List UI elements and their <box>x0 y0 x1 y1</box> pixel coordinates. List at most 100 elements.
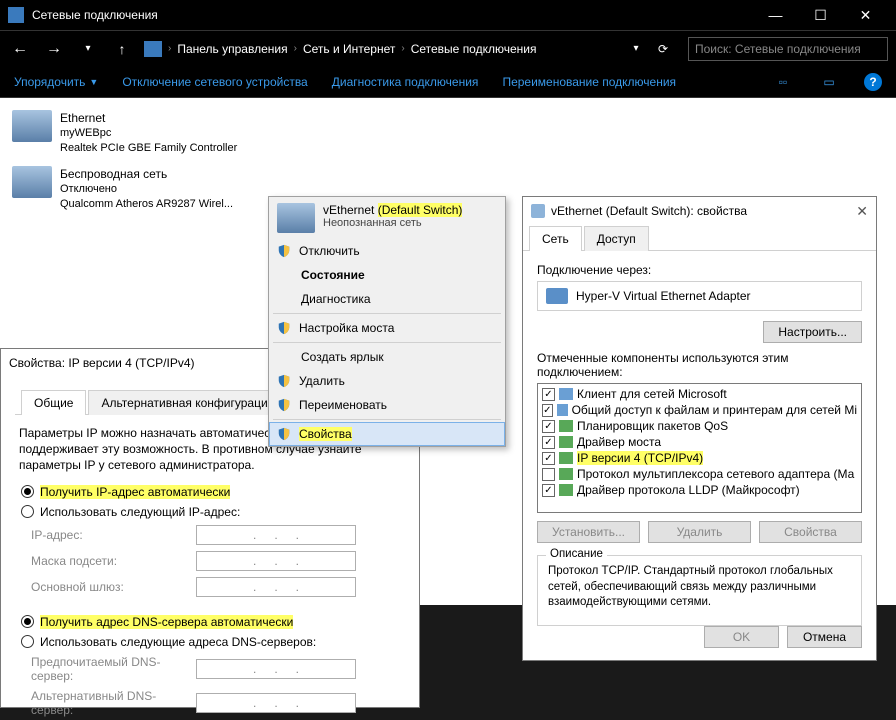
vethernet-properties-dialog: vEthernet (Default Switch): свойства ✕ С… <box>522 196 877 661</box>
shield-icon <box>277 374 291 388</box>
shield-icon <box>277 427 291 441</box>
component-item[interactable]: Протокол мультиплексора сетевого адаптер… <box>540 466 859 482</box>
subnet-mask-label: Маска подсети: <box>31 554 186 568</box>
component-item-ipv4[interactable]: ✓IP версии 4 (TCP/IPv4) <box>540 450 859 466</box>
component-item[interactable]: ✓Драйвер протокола LLDP (Майкрософт) <box>540 482 859 498</box>
checkbox[interactable]: ✓ <box>542 420 555 433</box>
tab-general[interactable]: Общие <box>21 390 86 415</box>
network-connections-window: Сетевые подключения — ☐ ✕ ← → ▾ ↑ › Пане… <box>0 0 896 605</box>
connect-via-label: Подключение через: <box>537 263 862 277</box>
cancel-button[interactable]: Отмена <box>787 626 862 648</box>
component-icon <box>559 436 573 448</box>
component-icon <box>559 468 573 480</box>
menu-shortcut[interactable]: Создать ярлык <box>269 345 505 369</box>
components-listbox[interactable]: ✓Клиент для сетей Microsoft ✓Общий досту… <box>537 383 862 513</box>
maximize-button[interactable]: ☐ <box>798 0 843 30</box>
tab-access[interactable]: Доступ <box>584 226 649 251</box>
pref-dns-label: Предпочитаемый DNS-сервер: <box>31 655 186 683</box>
ok-button[interactable]: OK <box>704 626 779 648</box>
component-item[interactable]: ✓Драйвер моста <box>540 434 859 450</box>
history-dropdown[interactable]: ▾ <box>76 43 100 54</box>
subnet-mask-input[interactable]: ... <box>196 551 356 571</box>
connection-item-vethernet[interactable]: vEthernet (Default Switch) Неопознанная … <box>269 197 505 239</box>
search-input[interactable]: Поиск: Сетевые подключения <box>688 37 888 61</box>
ip-address-label: IP-адрес: <box>31 528 186 542</box>
radio-icon <box>21 505 34 518</box>
component-item[interactable]: ✓Общий доступ к файлам и принтерам для с… <box>540 402 859 418</box>
connection-context-menu: vEthernet (Default Switch) Неопознанная … <box>268 196 506 447</box>
component-item[interactable]: ✓Клиент для сетей Microsoft <box>540 386 859 402</box>
view-options-button[interactable]: ▫▫ <box>772 75 794 89</box>
gateway-input[interactable]: ... <box>196 577 356 597</box>
shield-icon <box>277 321 291 335</box>
rename-button[interactable]: Переименование подключения <box>502 75 676 89</box>
checkbox[interactable]: ✓ <box>542 404 553 417</box>
component-icon <box>559 484 573 496</box>
checkbox[interactable] <box>542 468 555 481</box>
component-icon <box>557 404 568 416</box>
radio-icon <box>21 615 34 628</box>
chevron-right-icon: › <box>401 43 404 54</box>
checkbox[interactable]: ✓ <box>542 452 555 465</box>
checkbox[interactable]: ✓ <box>542 436 555 449</box>
up-button[interactable]: ↑ <box>110 41 134 57</box>
component-icon <box>559 388 573 400</box>
pref-dns-input[interactable]: ... <box>196 659 356 679</box>
component-item[interactable]: ✓Планировщик пакетов QoS <box>540 418 859 434</box>
help-button[interactable]: ? <box>864 73 882 91</box>
radio-auto-ip[interactable]: Получить IP-адрес автоматически <box>15 482 405 502</box>
close-button[interactable]: ✕ <box>843 0 888 30</box>
radio-manual-ip[interactable]: Использовать следующий IP-адрес: <box>15 502 405 522</box>
breadcrumb[interactable]: Панель управления <box>177 42 287 56</box>
dialog-titlebar[interactable]: vEthernet (Default Switch): свойства ✕ <box>523 197 876 225</box>
adapter-icon <box>546 288 568 304</box>
gateway-label: Основной шлюз: <box>31 580 186 594</box>
diagnose-button[interactable]: Диагностика подключения <box>332 75 479 89</box>
tab-network[interactable]: Сеть <box>529 226 582 251</box>
menu-diagnose[interactable]: Диагностика <box>269 287 505 311</box>
addr-dropdown[interactable]: ▾ <box>624 43 648 54</box>
menu-bridge[interactable]: Настройка моста <box>269 316 505 340</box>
connection-item-wireless[interactable]: Беспроводная сеть Отключено Qualcomm Ath… <box>12 166 237 212</box>
breadcrumb[interactable]: Сетевые подключения <box>411 42 537 56</box>
component-icon <box>559 452 573 464</box>
radio-manual-dns[interactable]: Использовать следующие адреса DNS-сервер… <box>15 632 405 652</box>
radio-icon <box>21 485 34 498</box>
minimize-button[interactable]: — <box>753 0 798 30</box>
chevron-down-icon: ▼ <box>89 77 98 87</box>
remove-button[interactable]: Удалить <box>648 521 751 543</box>
close-icon[interactable]: ✕ <box>856 203 868 220</box>
control-panel-icon <box>144 41 162 57</box>
checkbox[interactable]: ✓ <box>542 484 555 497</box>
command-bar: Упорядочить ▼ Отключение сетевого устрой… <box>0 66 896 98</box>
refresh-button[interactable]: ⟳ <box>658 42 678 56</box>
tab-alternate[interactable]: Альтернативная конфигурация <box>88 390 287 415</box>
menu-disable[interactable]: Отключить <box>269 239 505 263</box>
connection-item-ethernet[interactable]: Ethernet myWEBpc Realtek PCIe GBE Family… <box>12 110 237 156</box>
forward-button[interactable]: → <box>42 40 66 58</box>
shield-icon <box>277 398 291 412</box>
components-label: Отмеченные компоненты используются этим … <box>537 351 862 379</box>
menu-rename[interactable]: Переименовать <box>269 393 505 417</box>
install-button[interactable]: Установить... <box>537 521 640 543</box>
address-bar[interactable]: › Панель управления › Сеть и Интернет › … <box>144 41 614 57</box>
details-pane-button[interactable]: ▭ <box>818 75 840 89</box>
radio-auto-dns[interactable]: Получить адрес DNS-сервера автоматически <box>15 612 405 632</box>
configure-button[interactable]: Настроить... <box>763 321 862 343</box>
menu-delete[interactable]: Удалить <box>269 369 505 393</box>
menu-status[interactable]: Состояние <box>269 263 505 287</box>
component-icon <box>559 420 573 432</box>
connections-list: Ethernet myWEBpc Realtek PCIe GBE Family… <box>0 98 896 605</box>
network-adapter-icon <box>12 110 52 142</box>
menu-properties[interactable]: Свойства <box>269 422 505 446</box>
breadcrumb[interactable]: Сеть и Интернет <box>303 42 395 56</box>
component-properties-button[interactable]: Свойства <box>759 521 862 543</box>
back-button[interactable]: ← <box>8 40 32 58</box>
organize-menu[interactable]: Упорядочить ▼ <box>14 75 98 89</box>
control-panel-icon <box>8 7 24 23</box>
ip-address-input[interactable]: ... <box>196 525 356 545</box>
alt-dns-input[interactable]: ... <box>196 693 356 713</box>
disable-device-button[interactable]: Отключение сетевого устройства <box>122 75 307 89</box>
checkbox[interactable]: ✓ <box>542 388 555 401</box>
titlebar[interactable]: Сетевые подключения — ☐ ✕ <box>0 0 896 30</box>
